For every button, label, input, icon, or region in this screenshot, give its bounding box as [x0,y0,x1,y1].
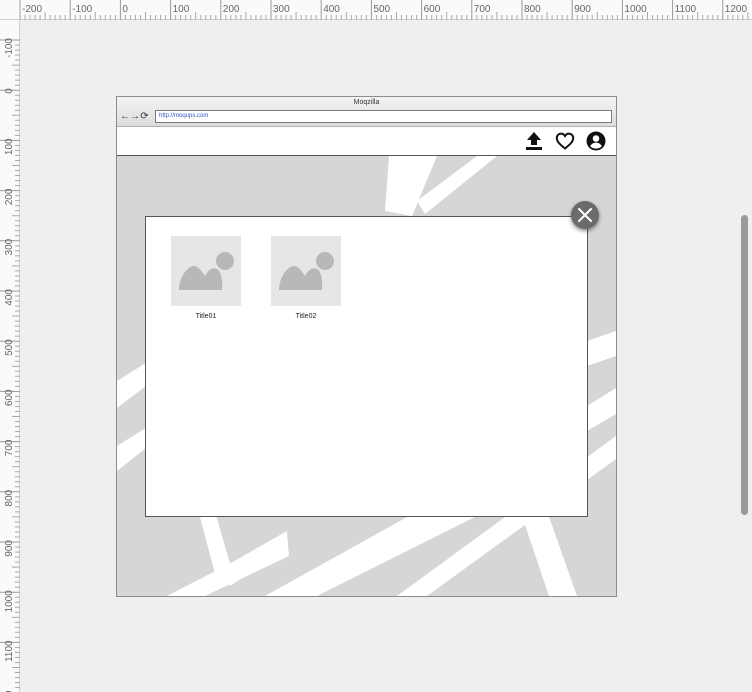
ruler-label: 100 [4,138,15,155]
ruler-label: 100 [173,4,190,15]
ruler-label: -100 [72,4,92,15]
ruler-label: 600 [424,4,441,15]
gallery-item-title: Title02 [295,313,317,320]
ruler-label: -100 [4,38,15,58]
reload-icon[interactable]: ⟳ [140,112,150,122]
modal-close-button[interactable] [571,201,599,229]
ruler-label: 800 [524,4,541,15]
horizontal-ruler: -200 -100 0 100 200 300 400 500 600 700 800 900 1000… [0,0,752,20]
ruler-label: 300 [4,238,15,255]
app-toolbar [117,127,616,156]
ruler-label: 500 [4,339,15,356]
image-gallery-modal: Title01 Title02 [145,216,588,517]
image-placeholder-icon [279,252,334,290]
upload-icon[interactable] [524,131,544,151]
ruler-label: 800 [4,489,15,506]
nav-controls: ←→⟳ [120,111,150,122]
ruler-label: 700 [474,4,491,15]
ruler-label: 1000 [4,590,15,613]
ruler-label: 500 [373,4,390,15]
browser-titlebar: Moqzilla ←→⟳ http://moqups.com [117,97,616,127]
close-icon [578,208,592,222]
ruler-label: 700 [4,439,15,456]
ruler-label: 0 [4,88,15,94]
gallery-item-title: Title01 [195,313,217,320]
ruler-label: 1000 [624,4,647,15]
ruler-label: 1100 [675,4,697,15]
ruler-label: 0 [122,4,128,15]
vertical-ruler: -100 0 100 200 300 400 500 600 700 800 900 1000 1100… [0,0,20,692]
ruler-label: 300 [273,4,290,15]
ruler-label: 900 [574,4,591,15]
window-title: Moqzilla [353,99,380,106]
user-account-icon[interactable] [586,131,606,151]
heart-icon[interactable] [555,131,575,151]
ruler-label: 600 [4,389,15,406]
back-arrow-icon[interactable]: ← [120,112,130,122]
image-placeholder-icon [179,252,234,290]
image-placeholder [171,236,241,306]
address-bar[interactable]: http://moqups.com [155,110,612,123]
ruler-label: 900 [4,540,15,557]
gallery-item[interactable]: Title01 [171,236,241,320]
ruler-label: 400 [323,4,340,15]
ruler-label: 400 [4,289,15,306]
ruler-label: 1200 [725,4,748,15]
image-placeholder [271,236,341,306]
ruler-label: 1100 [4,640,15,662]
ruler-label: 200 [4,188,15,205]
gallery-item[interactable]: Title02 [271,236,341,320]
ruler-label: -200 [22,4,42,15]
ruler-label: 200 [223,4,240,15]
forward-arrow-icon[interactable]: → [130,112,140,122]
vertical-scrollbar[interactable] [741,215,748,515]
ruler-corner [0,0,20,20]
